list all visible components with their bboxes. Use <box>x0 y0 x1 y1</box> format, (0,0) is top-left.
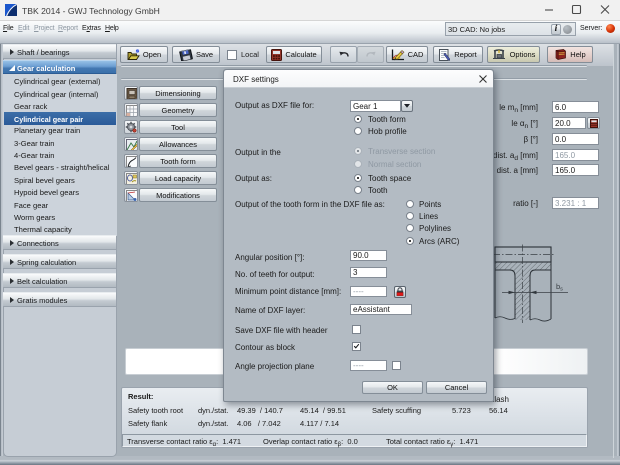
svg-text:bs: bs <box>556 282 563 293</box>
